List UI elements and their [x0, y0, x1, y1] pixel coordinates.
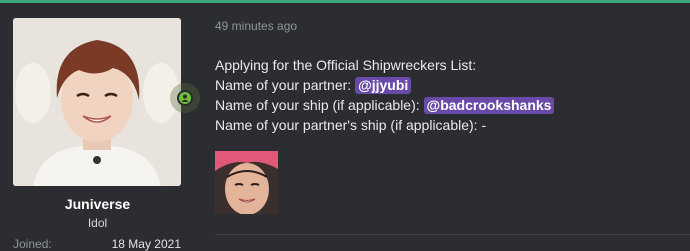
- username[interactable]: Juniverse: [0, 196, 195, 212]
- avatar-image: [13, 18, 181, 186]
- body-line-partner: Name of your partner: @jjyubi: [215, 75, 554, 95]
- body-line-heading: Applying for the Official Shipwreckers L…: [215, 57, 477, 73]
- body-line-ship: Name of your ship (if applicable): @badc…: [215, 95, 555, 115]
- post-body: Applying for the Official Shipwreckers L…: [215, 55, 555, 135]
- post-footer-divider: [215, 234, 690, 235]
- avatar[interactable]: [13, 18, 181, 186]
- joined-date: 18 May 2021: [111, 237, 181, 251]
- attached-image[interactable]: [215, 151, 278, 214]
- user-panel: Juniverse Idol Joined: 18 May 2021: [0, 3, 200, 251]
- mention-ship[interactable]: @badcrookshanks: [423, 97, 555, 114]
- body-line-partner-ship: Name of your partner's ship (if applicab…: [215, 117, 487, 133]
- user-title: Idol: [87, 216, 108, 230]
- ship-label: Name of your ship (if applicable):: [215, 97, 424, 113]
- partner-label: Name of your partner:: [215, 77, 356, 93]
- post-content: 49 minutes ago Applying for the Official…: [215, 3, 690, 250]
- mention-partner[interactable]: @jjyubi: [355, 77, 412, 94]
- user-online-icon: [179, 92, 191, 104]
- joined-label: Joined:: [13, 237, 52, 251]
- post-timestamp[interactable]: 49 minutes ago: [215, 19, 297, 33]
- online-status-indicator: [170, 83, 200, 113]
